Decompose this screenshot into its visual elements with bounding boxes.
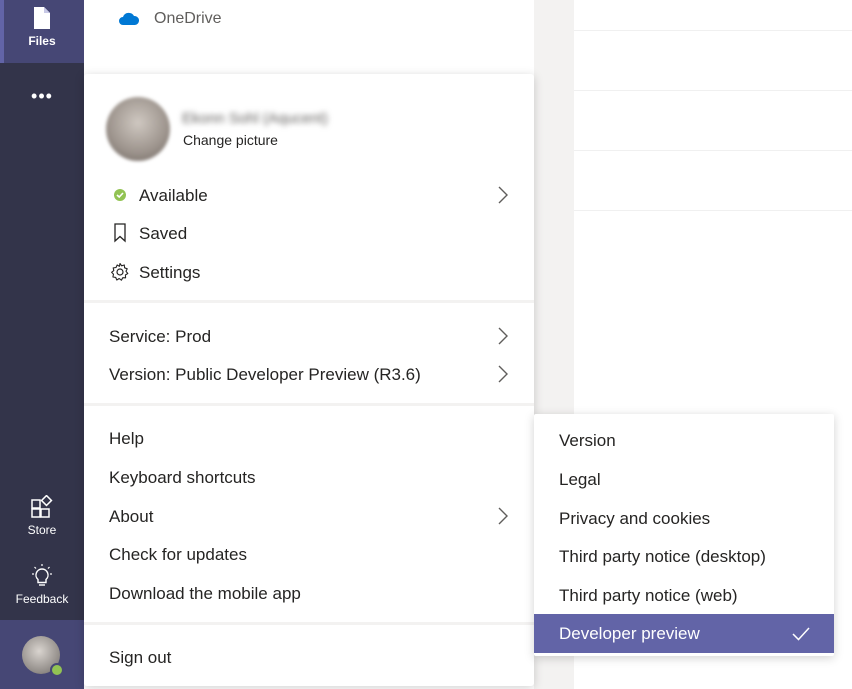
submenu-third-party-web-item[interactable]: Third party notice (web) [559, 585, 738, 607]
submenu-developer-preview-item[interactable]: Developer preview [534, 614, 834, 653]
chevron-right-icon [498, 507, 508, 525]
rail-files-label: Files [28, 34, 56, 48]
status-available-item[interactable]: Available [139, 185, 208, 207]
profile-name: Ekonn Sohl (Aqucent) [182, 110, 328, 127]
profile-avatar[interactable] [106, 97, 170, 161]
rail-store-label: Store [27, 523, 57, 537]
lightbulb-icon [32, 564, 52, 586]
more-apps-button[interactable]: ••• [29, 86, 55, 106]
about-item[interactable]: About [109, 506, 153, 528]
check-updates-item[interactable]: Check for updates [109, 544, 247, 566]
sign-out-item[interactable]: Sign out [109, 647, 171, 669]
menu-separator [84, 403, 534, 406]
store-icon [31, 495, 53, 518]
divider [574, 30, 852, 31]
chevron-right-icon [498, 365, 508, 383]
bookmark-icon [110, 222, 130, 244]
menu-separator [84, 300, 534, 303]
submenu-privacy-item[interactable]: Privacy and cookies [559, 508, 710, 530]
divider [574, 90, 852, 91]
presence-dot [50, 663, 64, 677]
checkmark-icon [792, 627, 810, 641]
about-submenu: Version Legal Privacy and cookies Third … [534, 414, 834, 656]
menu-separator [84, 622, 534, 625]
gear-icon [110, 261, 130, 283]
settings-item[interactable]: Settings [139, 262, 200, 284]
chevron-right-icon [498, 186, 508, 204]
submenu-third-party-desktop-item[interactable]: Third party notice (desktop) [559, 546, 766, 568]
rail-item-files[interactable]: Files [0, 0, 84, 63]
rail-feedback-label: Feedback [15, 592, 69, 606]
active-indicator [0, 0, 4, 63]
version-item[interactable]: Version: Public Developer Preview (R3.6) [109, 364, 421, 386]
submenu-legal-item[interactable]: Legal [559, 469, 601, 491]
saved-item[interactable]: Saved [139, 223, 187, 245]
rail-profile-avatar[interactable] [0, 620, 84, 689]
chevron-right-icon [498, 327, 508, 345]
service-item[interactable]: Service: Prod [109, 326, 211, 348]
divider [574, 150, 852, 151]
onedrive-link[interactable]: OneDrive [118, 6, 222, 32]
available-status-icon [110, 184, 130, 206]
file-icon [34, 7, 50, 29]
developer-preview-label: Developer preview [559, 624, 700, 643]
download-mobile-app-item[interactable]: Download the mobile app [109, 583, 301, 605]
divider [574, 210, 852, 211]
rail-item-feedback[interactable]: Feedback [0, 564, 84, 606]
onedrive-label: OneDrive [154, 10, 222, 27]
app-rail: Files ••• Store Feedback [0, 0, 84, 689]
submenu-version-item[interactable]: Version [559, 430, 616, 452]
rail-item-store[interactable]: Store [0, 495, 84, 537]
change-picture-link[interactable]: Change picture [183, 132, 278, 148]
cloud-icon [119, 12, 140, 25]
keyboard-shortcuts-item[interactable]: Keyboard shortcuts [109, 467, 255, 489]
help-item[interactable]: Help [109, 428, 144, 450]
profile-menu: Ekonn Sohl (Aqucent) Change picture Avai… [84, 74, 534, 686]
